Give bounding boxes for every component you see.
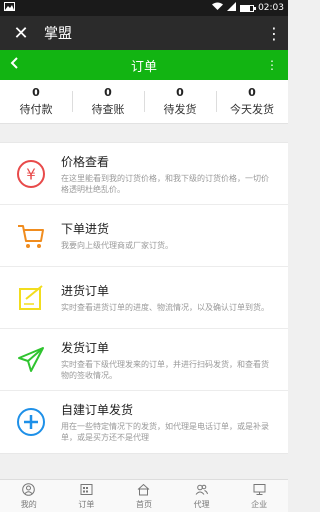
stat-count: 0 [32,86,40,99]
menu-item-desc: 我要向上级代理商或厂家订货。 [61,241,173,250]
menu-list: ¥ 价格查看 在这里能看到我的订货价格，和我下级的订货价格，一切价格透明杜绝乱价… [0,142,288,454]
tab-agents[interactable]: 代理 [173,480,231,512]
status-bar: 02:03 [0,0,288,16]
agents-icon [195,483,209,497]
app-bar: ✕ 掌盟 ⋮ [0,16,288,50]
page-header: 订单 ⋮ [0,50,288,80]
header-more-icon[interactable]: ⋮ [260,58,278,72]
plus-circle-icon [14,405,48,439]
more-vertical-icon[interactable]: ⋮ [266,24,282,43]
tab-label: 我的 [20,499,37,509]
app-title: 掌盟 [44,26,72,42]
menu-item-place-order[interactable]: 下单进货 我要向上级代理商或厂家订货。 [0,205,288,267]
menu-item-desc: 用在一些特定情况下的发货，如代理是电话订单，或是补录单，或是买方还不是代理 [61,422,269,442]
order-stats: 0 待付款 0 待查账 0 待发货 0 今天发货 [0,80,288,124]
home-icon [137,483,150,497]
menu-item-purchase-orders[interactable]: 进货订单 实时查看进货订单的进度、物流情况，以及确认订单到货。 [0,267,288,329]
tab-home[interactable]: 首页 [115,480,173,512]
menu-item-shipping-orders[interactable]: 发货订单 实时查看下级代理发来的订单，并进行扫码发货，和查看货物的签收情况。 [0,329,288,391]
tab-orders[interactable]: 订单 [58,480,116,512]
signal-icon [227,2,237,14]
stat-pending-audit[interactable]: 0 待查账 [72,80,144,123]
stat-label: 待发货 [163,103,197,116]
tab-label: 代理 [193,499,210,509]
menu-item-price-check[interactable]: ¥ 价格查看 在这里能看到我的订货价格，和我下级的订货价格，一切价格透明杜绝乱价… [0,143,288,205]
edit-icon [14,281,48,315]
monitor-icon [253,483,266,497]
bottom-tab-bar: 我的 订单 首页 代理 企业 [0,479,288,512]
close-icon[interactable]: ✕ [10,23,32,44]
stat-label: 待查账 [91,103,125,116]
stat-label: 今天发货 [230,103,274,116]
order-icon [80,483,93,497]
yen-icon: ¥ [14,157,48,191]
menu-item-title: 下单进货 [61,222,110,236]
menu-item-title: 进货订单 [61,284,110,298]
menu-item-custom-shipment[interactable]: 自建订单发货 用在一些特定情况下的发货，如代理是电话订单，或是补录单，或是买方还… [0,391,288,453]
tab-label: 企业 [251,499,268,509]
svg-text:¥: ¥ [26,165,36,183]
battery-icon [240,4,257,12]
menu-item-desc: 实时查看下级代理发来的订单，并进行扫码发货，和查看货物的签收情况。 [61,359,269,380]
send-icon [14,343,48,377]
menu-item-title: 发货订单 [61,340,110,355]
stat-count: 0 [248,86,256,99]
status-time: 02:03 [258,3,284,13]
stat-label: 待付款 [19,103,53,116]
stat-pending-shipment[interactable]: 0 待发货 [144,80,216,123]
menu-item-desc: 在这里能看到我的订货价格，和我下级的订货价格，一切价格透明杜绝乱价。 [61,173,269,194]
tab-enterprise[interactable]: 企业 [230,480,288,512]
tab-label: 订单 [78,499,95,509]
image-icon [4,2,15,14]
user-icon [22,483,36,497]
menu-item-desc: 实时查看进货订单的进度、物流情况，以及确认订单到货。 [61,303,269,312]
menu-item-title: 自建订单发货 [61,403,134,417]
tab-label: 首页 [135,499,152,509]
page-title: 订单 [130,59,157,75]
wifi-icon [212,2,224,14]
cart-icon [14,219,48,253]
back-chevron-icon[interactable] [10,57,28,73]
tab-mine[interactable]: 我的 [0,480,58,512]
stat-shipped-today[interactable]: 0 今天发货 [216,80,288,123]
stat-pending-payment[interactable]: 0 待付款 [0,80,72,123]
stat-count: 0 [104,86,112,99]
menu-item-title: 价格查看 [61,154,110,169]
stat-count: 0 [176,86,184,99]
